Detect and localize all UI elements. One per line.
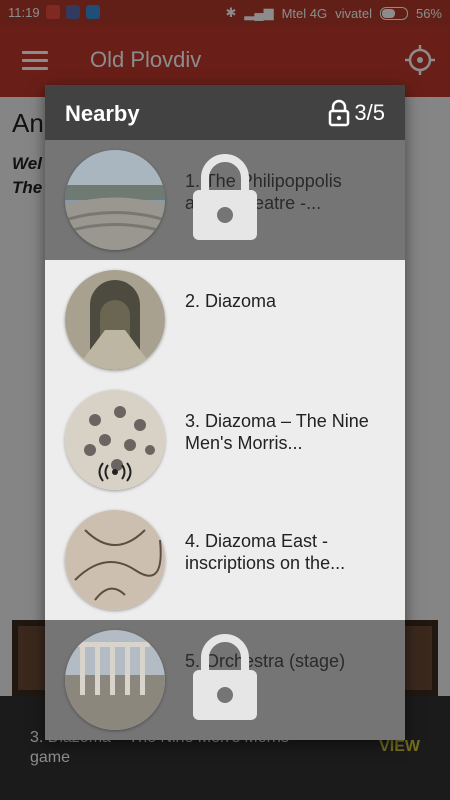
dialog-header: Nearby 3/5: [45, 85, 405, 140]
theatre-thumbnail: [65, 150, 165, 250]
locked-overlay-icon: [193, 154, 257, 240]
inscriptions-thumbnail: [65, 510, 165, 610]
nearby-item-2-label: 2. Diazoma: [185, 291, 277, 311]
nearby-item-4[interactable]: 4. Diazoma East - inscriptions on the...: [45, 500, 405, 620]
nearby-item-2[interactable]: 2. Diazoma: [45, 260, 405, 380]
nearby-item-3-label: 3. Diazoma – The Nine Men's Morris...: [185, 411, 369, 453]
lock-icon: [329, 99, 350, 127]
nearby-item-5[interactable]: 5. Orchestra (stage): [45, 620, 405, 740]
nearby-item-4-label: 4. Diazoma East - inscriptions on the...: [185, 531, 346, 573]
audio-signal-icon: [98, 462, 132, 482]
nearby-dialog: Nearby 3/5 1. The Philipoppolis antique …: [45, 85, 405, 740]
unlocked-count: 3/5: [354, 100, 385, 125]
nine-mens-morris-thumbnail: [65, 390, 165, 490]
dialog-title: Nearby: [65, 101, 140, 126]
nearby-item-3[interactable]: 3. Diazoma – The Nine Men's Morris...: [45, 380, 405, 500]
unlocked-counter: 3/5: [328, 99, 385, 127]
locked-overlay-icon: [193, 634, 257, 720]
nearby-item-1[interactable]: 1. The Philipoppolis antique teatre -...: [45, 140, 405, 260]
orchestra-thumbnail: [65, 630, 165, 730]
diazoma-thumbnail: [65, 270, 165, 370]
